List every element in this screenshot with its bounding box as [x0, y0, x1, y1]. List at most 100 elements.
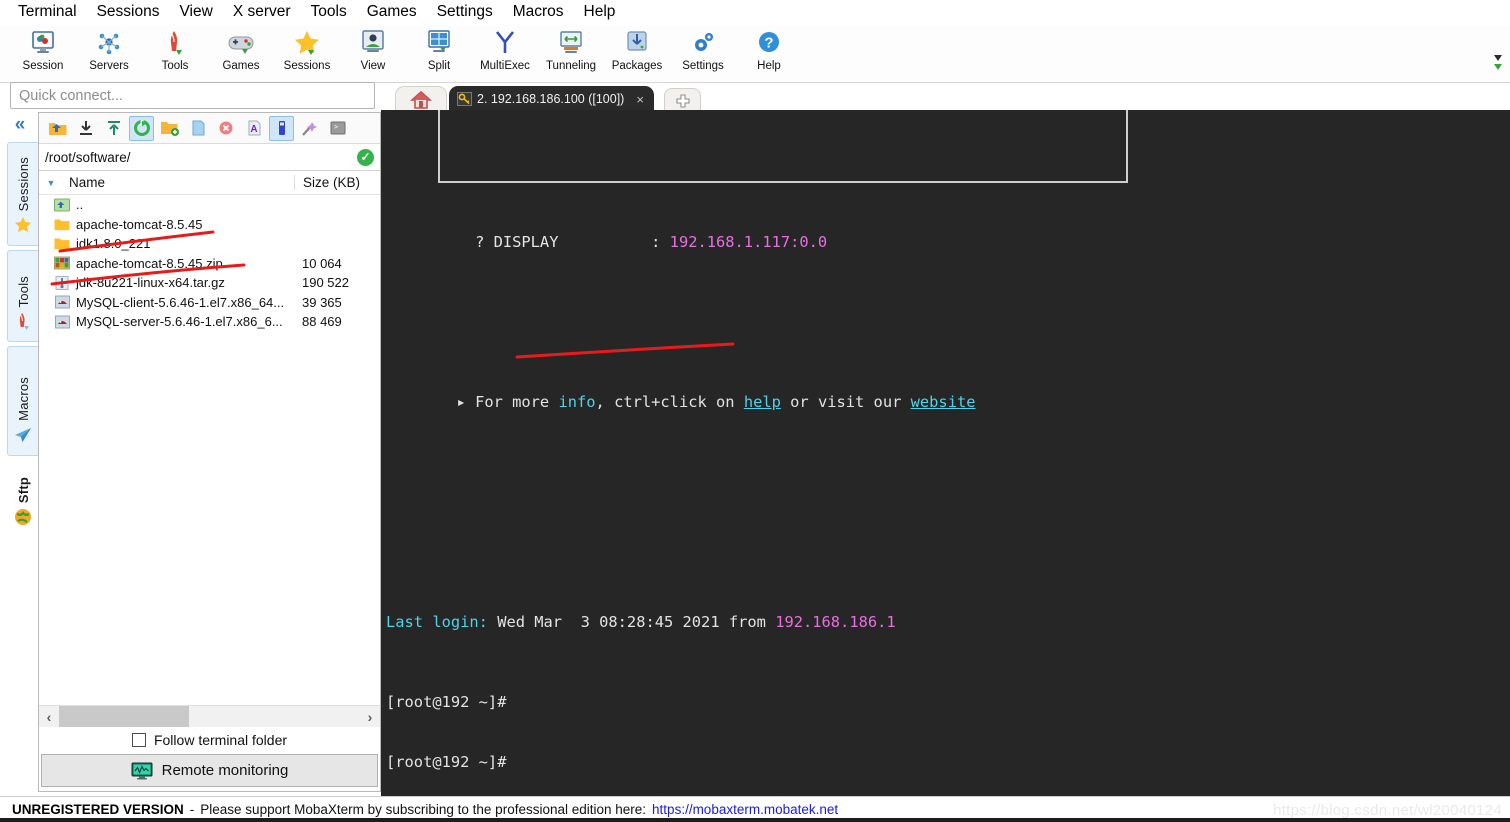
toolbar-tunneling-button[interactable]: Tunneling — [538, 25, 604, 81]
menu-view[interactable]: View — [169, 1, 222, 23]
sessions-star-icon — [292, 28, 322, 58]
toolbar-help-label: Help — [757, 60, 781, 72]
sftp-path-value: /root/software/ — [45, 149, 131, 165]
toolbar-multiexec-button[interactable]: MultiExec — [472, 25, 538, 81]
toolbar-split-label: Split — [427, 60, 451, 72]
file-size: 88 469 — [302, 314, 342, 330]
toolbar-games-button[interactable]: Games — [208, 25, 274, 81]
collapse-sidebar-button[interactable]: « — [8, 112, 32, 138]
scroll-right-arrow[interactable]: › — [360, 709, 380, 725]
toolbar-help-button[interactable]: ? Help — [736, 25, 802, 81]
svg-text:?: ? — [764, 35, 773, 52]
quick-connect-input[interactable]: Quick connect... — [10, 82, 375, 109]
unregistered-version-label: UNREGISTERED VERSION — [12, 802, 184, 817]
menu-help[interactable]: Help — [574, 1, 626, 23]
display-value: 192.168.1.117:0.0 — [669, 233, 828, 251]
download-icon[interactable] — [73, 116, 98, 141]
binary-mode-icon[interactable] — [269, 115, 294, 141]
terminal-icon[interactable]: > — [325, 116, 350, 141]
display-label: ? DISPLAY — [438, 233, 559, 251]
column-header-name[interactable]: Name — [63, 175, 294, 190]
toolbar-session-button[interactable]: Session — [10, 25, 76, 81]
delete-icon[interactable] — [213, 116, 238, 141]
upload-icon[interactable] — [101, 116, 126, 141]
file-name: MySQL-client-5.6.46-1.el7.x86_64... — [76, 294, 285, 310]
file-name: .. — [76, 197, 84, 213]
sidebar-item-tools[interactable]: Tools — [7, 250, 38, 342]
last-login-ip: 192.168.186.1 — [775, 613, 896, 631]
refresh-icon[interactable] — [129, 115, 154, 141]
parent-folder-icon — [51, 196, 73, 213]
new-folder-icon[interactable] — [157, 116, 182, 141]
sidebar-item-sessions[interactable]: Sessions — [7, 142, 38, 246]
text-mode-icon[interactable]: A — [241, 116, 266, 141]
menu-sessions[interactable]: Sessions — [87, 1, 170, 23]
scroll-left-arrow[interactable]: ‹ — [39, 709, 59, 725]
display-separator: : — [558, 233, 670, 251]
file-size: 39 365 — [302, 294, 342, 310]
sidebar-label-sftp: Sftp — [15, 476, 31, 503]
tab-close-icon[interactable]: × — [636, 92, 644, 107]
toolbar-settings-button[interactable]: Settings — [670, 25, 736, 81]
list-item[interactable]: jdk-8u221-linux-x64.tar.gz 190 522 — [39, 273, 380, 293]
shell-prompt: [root@192 ~]# — [386, 753, 516, 771]
file-list[interactable]: .. apache-tomcat-8.5.45 jdk1.8.0_221 apa… — [39, 195, 380, 685]
sidebar-item-sftp[interactable]: Sftp — [7, 460, 38, 538]
rpm-icon — [51, 313, 73, 330]
tab-session-192-168-186-100[interactable]: 2. 192.168.186.100 ([100]) × — [449, 86, 654, 112]
toolbar-sessions-button[interactable]: Sessions — [274, 25, 340, 81]
toolbar-split-button[interactable]: Split — [406, 25, 472, 81]
file-size: 190 522 — [302, 275, 349, 291]
menu-macros[interactable]: Macros — [503, 1, 574, 23]
parent-folder-icon[interactable] — [45, 116, 70, 141]
menu-settings[interactable]: Settings — [427, 1, 503, 23]
star-icon — [13, 215, 33, 235]
info-link[interactable]: info — [558, 393, 595, 411]
follow-terminal-folder-row[interactable]: Follow terminal folder — [39, 727, 380, 753]
split-icon — [424, 28, 454, 58]
thermometer-icon — [13, 311, 33, 331]
archive-icon — [51, 255, 73, 272]
list-item[interactable]: jdk1.8.0_221 — [39, 234, 380, 254]
list-item[interactable]: .. — [39, 195, 380, 215]
column-header-size[interactable]: Size (KB) — [294, 175, 380, 190]
wand-icon[interactable] — [297, 116, 322, 141]
website-link[interactable]: website — [911, 393, 976, 411]
scrollbar-thumb[interactable] — [59, 705, 189, 728]
terminal-line-prompt: [root@192 ~]# — [386, 692, 1510, 712]
toolbar-packages-button[interactable]: Packages — [604, 25, 670, 81]
status-message: Please support MobaXterm by subscribing … — [200, 802, 647, 817]
toolbar-tools-button[interactable]: Tools — [142, 25, 208, 81]
menu-games[interactable]: Games — [357, 1, 427, 23]
home-tab[interactable] — [395, 86, 447, 112]
scrollbar-track[interactable] — [59, 705, 360, 728]
menu-terminal[interactable]: Terminal — [8, 1, 87, 23]
toolbar-settings-label: Settings — [682, 60, 724, 72]
menu-xserver[interactable]: X server — [223, 1, 301, 23]
shell-prompt: [root@192 ~]# — [386, 693, 516, 711]
list-item[interactable]: MySQL-server-5.6.46-1.el7.x86_6... 88 46… — [39, 312, 380, 332]
sort-descending-icon[interactable]: ▼ — [39, 178, 63, 188]
packages-icon — [622, 28, 652, 58]
toolbar-view-button[interactable]: View — [340, 25, 406, 81]
horizontal-scrollbar[interactable]: ‹ › — [39, 705, 380, 728]
toolbar-games-label: Games — [222, 60, 260, 72]
list-item[interactable]: MySQL-client-5.6.46-1.el7.x86_64... 39 3… — [39, 293, 380, 313]
sidebar-item-macros[interactable]: Macros — [7, 346, 38, 456]
mobaxterm-window: Terminal Sessions View X server Tools Ga… — [0, 0, 1510, 822]
follow-terminal-folder-checkbox[interactable] — [131, 733, 146, 747]
new-tab-button[interactable] — [664, 88, 701, 112]
menu-tools[interactable]: Tools — [301, 1, 357, 23]
terminal-output[interactable]: ? DISPLAY : 192.168.1.117:0.0 ▸ For more… — [381, 110, 1510, 796]
folder-icon — [51, 216, 73, 233]
help-link[interactable]: help — [744, 393, 781, 411]
list-item[interactable]: apache-tomcat-8.5.45.zip 10 064 — [39, 254, 380, 274]
list-item[interactable]: apache-tomcat-8.5.45 — [39, 215, 380, 235]
terminal-line: ▸ For more info, ctrl+click on help or v… — [386, 392, 1510, 412]
toolbar-servers-button[interactable]: Servers — [76, 25, 142, 81]
xserver-status-arrows — [1492, 53, 1506, 79]
mobaxterm-link[interactable]: https://mobaxterm.mobatek.net — [652, 802, 838, 817]
remote-monitoring-button[interactable]: Remote monitoring — [41, 754, 378, 787]
sftp-path-bar[interactable]: /root/software/ ✓ — [39, 144, 380, 171]
new-file-icon[interactable] — [185, 116, 210, 141]
